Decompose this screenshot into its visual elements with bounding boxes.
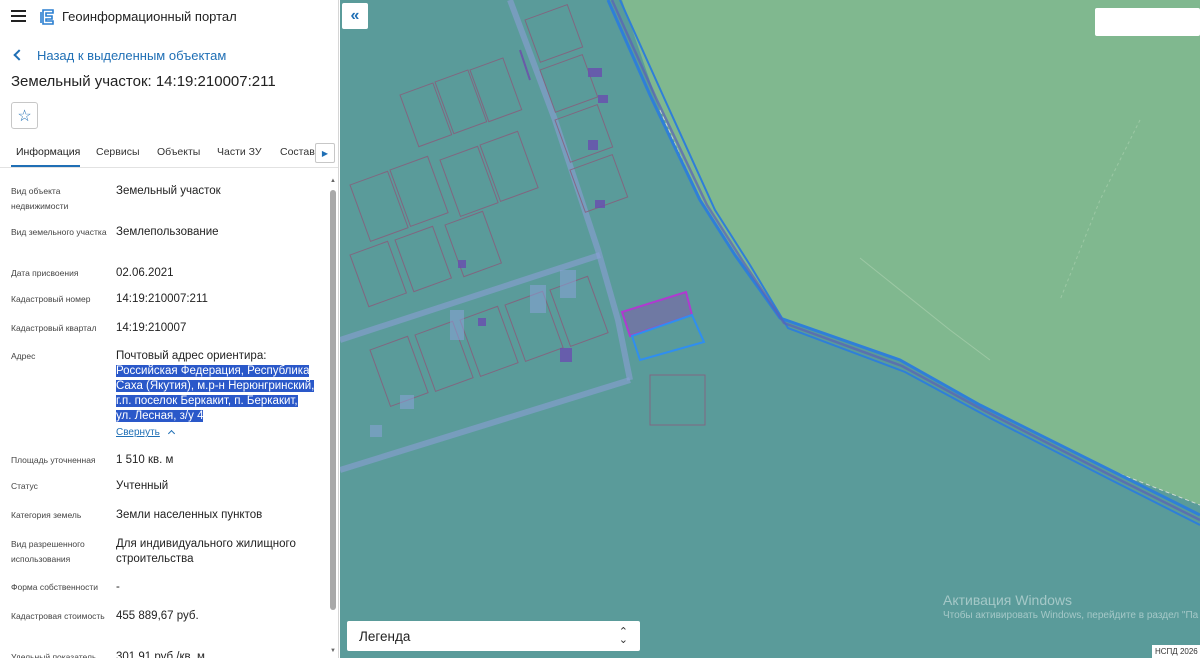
attr-label: Кадастровый номер (11, 294, 91, 304)
parcel (649, 374, 706, 426)
attr-label: Вид объекта недвижимости (11, 186, 69, 211)
attribute-list: Вид объекта недвижимости Земельный участ… (0, 170, 330, 658)
tab-services[interactable]: Сервисы (96, 140, 140, 167)
top-bar: Геоинформационный портал (0, 0, 338, 34)
selected-parcel[interactable] (620, 290, 694, 338)
back-link-label: Назад к выделенным объектам (37, 47, 227, 63)
legend-dropdown[interactable]: Легенда ⌃ ⌄ (347, 621, 640, 651)
attr-label: Вид земельного участка (11, 227, 107, 237)
portal-logo-icon (40, 9, 54, 25)
tabs-scroll-right-icon[interactable]: ▶ (315, 143, 335, 163)
address-line: ул. Лесная, з/у 4 (116, 410, 204, 422)
collapse-label: Свернуть (116, 427, 160, 438)
attr-label: Площадь уточненная (11, 455, 96, 465)
address-prefix: Почтовый адрес ориентира: (116, 350, 267, 362)
windows-activation-watermark: Активация Windows Чтобы активировать Win… (943, 592, 1198, 621)
attr-label: Адрес (11, 351, 36, 361)
tab-bar: Информация Сервисы Объекты Части ЗУ Сост… (0, 140, 338, 168)
attr-label: Форма собственности (11, 582, 98, 592)
attr-value: 02.06.2021 (116, 267, 174, 279)
attr-value: 14:19:210007 (116, 322, 187, 334)
legend-label: Легенда (359, 628, 411, 644)
map-view[interactable]: « Легенда ⌃ ⌄ Активация Windows Чтобы акт… (340, 0, 1200, 658)
tab-composition[interactable]: Состав (280, 140, 315, 167)
collapse-panel-button[interactable]: « (342, 3, 368, 29)
address-line: г.п. поселок Беркакит, п. Беркакит, (116, 395, 298, 407)
attr-value: 301,91 руб./кв. м (116, 651, 205, 658)
chevron-left-icon (13, 49, 25, 61)
object-title: Земельный участок: 14:19:210007:211 (11, 73, 276, 90)
map-copyright: НСПД 2026 (1152, 645, 1200, 658)
attr-label: Кадастровая стоимость (11, 611, 105, 621)
watermark-subtitle: Чтобы активировать Windows, перейдите в … (943, 610, 1199, 621)
attr-value: 14:19:210007:211 (116, 293, 208, 305)
attr-value: 1 510 кв. м (116, 454, 174, 466)
attr-label: Удельный показатель (11, 652, 97, 658)
attr-value: Для индивидуального жилищного строительс… (116, 538, 296, 565)
panel-scrollbar[interactable]: ▲ ▼ (330, 178, 336, 656)
attr-value: Учтенный (116, 480, 169, 492)
street-line (340, 377, 631, 473)
attr-label: Дата присвоения (11, 268, 79, 278)
attr-value: Землепользование (116, 226, 219, 238)
address-line: Российская Федерация, Республика (116, 365, 310, 377)
map-search-input[interactable] (1095, 8, 1200, 36)
star-icon: ☆ (17, 107, 32, 125)
address-line: Саха (Якутия), м.р-н Нерюнгринский, (116, 380, 315, 392)
back-to-selected-link[interactable]: Назад к выделенным объектам (11, 46, 226, 64)
app-title: Геоинформационный портал (62, 9, 237, 24)
info-panel: Геоинформационный портал Назад к выделен… (0, 0, 339, 658)
tab-info[interactable]: Информация (11, 140, 80, 167)
watermark-title: Активация Windows (943, 592, 1073, 608)
attr-value: Земельный участок (116, 185, 221, 197)
map-canvas[interactable] (340, 0, 1200, 658)
attr-label: Статус (11, 481, 38, 491)
scroll-down-arrow-icon[interactable]: ▼ (330, 648, 336, 654)
tab-parts[interactable]: Части ЗУ (217, 140, 262, 167)
attr-label: Кадастровый квартал (11, 323, 97, 333)
tab-objects[interactable]: Объекты (157, 140, 200, 167)
street-line (507, 0, 633, 381)
scrollbar-thumb[interactable] (330, 190, 336, 610)
forest-area (622, 0, 1200, 505)
hamburger-menu-icon[interactable] (11, 10, 26, 23)
favorite-star-button[interactable]: ☆ (11, 102, 38, 129)
attr-value: - (116, 581, 120, 593)
attr-value: Земли населенных пунктов (116, 509, 263, 521)
scroll-up-arrow-icon[interactable]: ▲ (330, 178, 336, 184)
expand-collapse-icon: ⌃ ⌄ (618, 626, 628, 646)
collapse-address-link[interactable]: Свернуть (116, 427, 175, 438)
address-value: Почтовый адрес ориентира: Российская Фед… (116, 349, 321, 424)
attr-label: Категория земель (11, 510, 82, 520)
attr-label: Вид разрешенного использования (11, 539, 85, 564)
attr-value: 455 889,67 руб. (116, 610, 199, 622)
chevron-up-icon (167, 429, 175, 438)
